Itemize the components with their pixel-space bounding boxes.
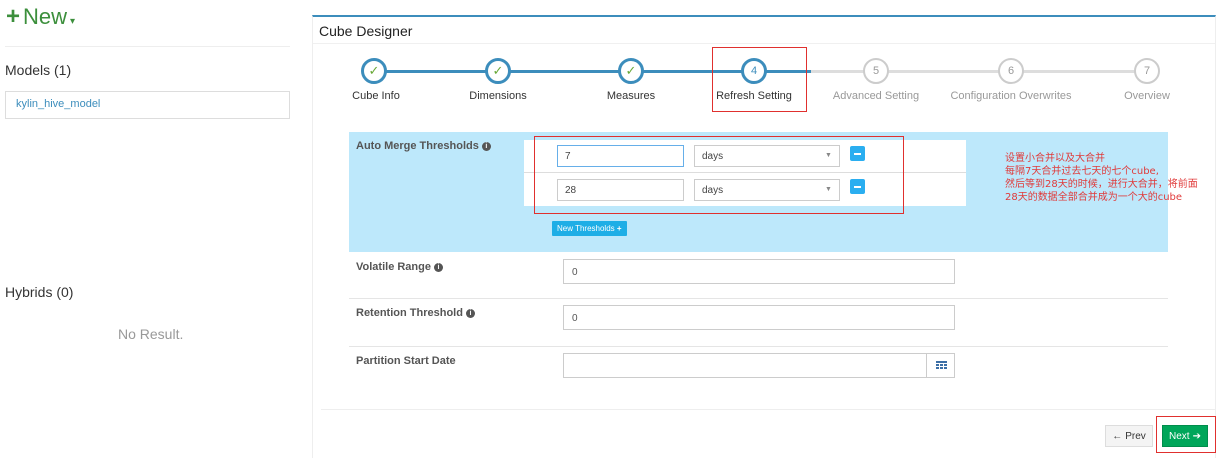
retention-threshold-input[interactable]: 0 [563, 305, 955, 330]
footer-divider [321, 409, 1216, 410]
model-item[interactable]: kylin_hive_model [5, 91, 290, 119]
partition-start-date-label: Partition Start Date [356, 355, 456, 367]
volatile-range-label: Volatile Range i [356, 261, 443, 273]
sidebar-divider [5, 46, 290, 47]
no-result-text: No Result. [118, 326, 184, 342]
hybrids-title: Hybrids (0) [5, 284, 74, 300]
thresholds-highlight [534, 136, 904, 214]
info-icon: i [481, 142, 491, 151]
calendar-button[interactable] [926, 353, 955, 378]
next-button-highlight [1156, 416, 1216, 453]
partition-start-date-input[interactable] [563, 353, 955, 378]
step-2-check-icon[interactable]: ✓ [485, 58, 511, 84]
caret-down-icon: ▾ [70, 15, 76, 27]
plus-icon: + [6, 3, 21, 30]
step-1-check-icon[interactable]: ✓ [361, 58, 387, 84]
row-divider [349, 298, 1168, 299]
step-label-measures[interactable]: Measures [561, 90, 701, 102]
row-divider [349, 346, 1168, 347]
step-label-configuration-overwrites[interactable]: Configuration Overwrites [941, 90, 1081, 102]
step-label-overview[interactable]: Overview [1077, 90, 1217, 102]
step-label-cube-info[interactable]: Cube Info [306, 90, 446, 102]
wizard-track-todo [811, 70, 1147, 73]
step-label-dimensions[interactable]: Dimensions [428, 90, 568, 102]
plus-icon: + [616, 224, 622, 233]
panel-title: Cube Designer [319, 23, 413, 39]
volatile-range-input[interactable]: 0 [563, 259, 955, 284]
step-3-check-icon[interactable]: ✓ [618, 58, 644, 84]
new-button-label: New [23, 4, 68, 29]
info-icon: i [433, 263, 443, 272]
retention-threshold-label: Retention Threshold i [356, 307, 475, 319]
calendar-icon [935, 360, 947, 369]
step-label-advanced-setting[interactable]: Advanced Setting [806, 90, 946, 102]
panel-divider [313, 43, 1215, 44]
prev-button[interactable]: ← Prev [1105, 425, 1153, 447]
step-5-circle[interactable]: 5 [863, 58, 889, 84]
step-4-highlight [712, 47, 807, 112]
info-icon: i [465, 309, 475, 318]
auto-merge-label: Auto Merge Thresholds i [356, 140, 491, 152]
step-7-circle[interactable]: 7 [1134, 58, 1160, 84]
new-button[interactable]: + New ▾ [6, 4, 75, 30]
models-title: Models (1) [5, 62, 72, 78]
annotation-text: 设置小合并以及大合并 每隔7天合并过去七天的七个cube, 然后等到28天的时候… [1005, 153, 1198, 203]
arrow-left-icon: ← [1112, 430, 1123, 442]
step-6-circle[interactable]: 6 [998, 58, 1024, 84]
new-thresholds-button[interactable]: New Thresholds + [552, 221, 627, 236]
